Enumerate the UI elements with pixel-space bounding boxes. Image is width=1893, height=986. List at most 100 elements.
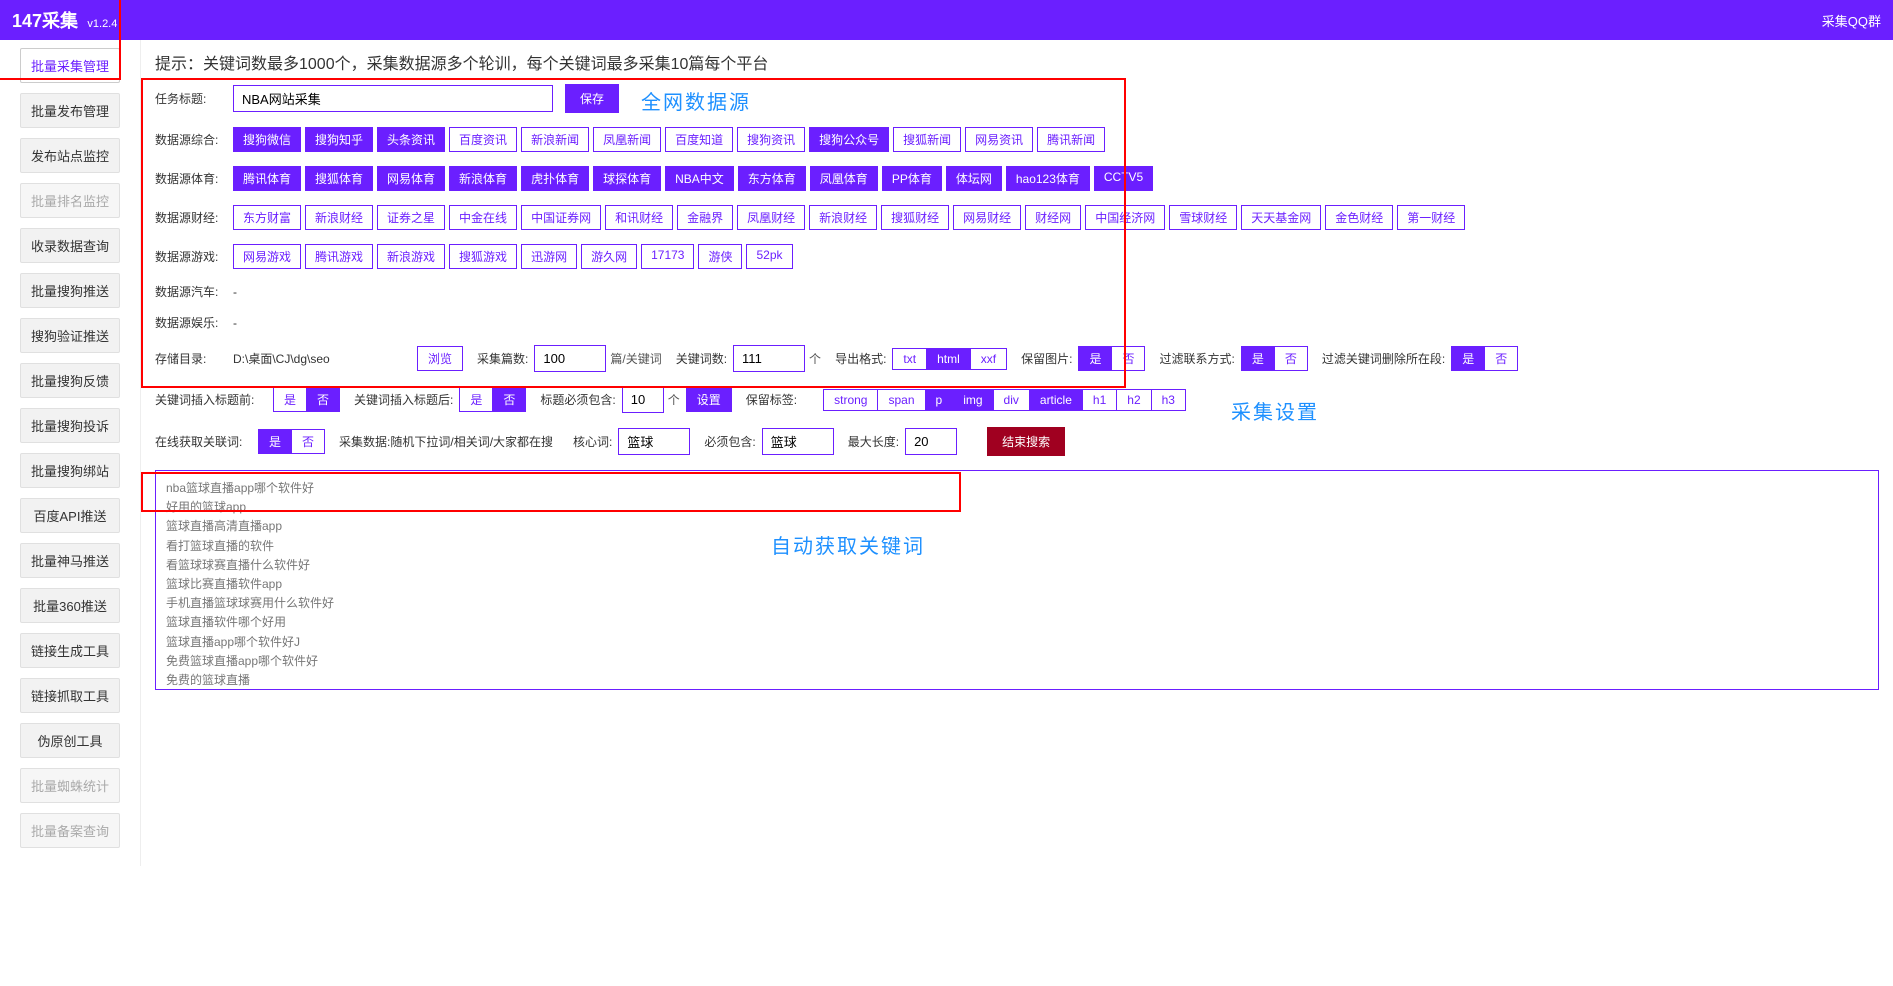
sidebar-item[interactable]: 批量搜狗反馈 <box>20 363 120 398</box>
tag-opts-option[interactable]: h2 <box>1117 389 1151 411</box>
source-chip[interactable]: 网易财经 <box>953 205 1021 230</box>
source-chip[interactable]: 金融界 <box>677 205 733 230</box>
export-opts-option[interactable]: html <box>927 348 971 370</box>
sidebar-item[interactable]: 批量搜狗推送 <box>20 273 120 308</box>
source-chip[interactable]: 腾讯体育 <box>233 166 301 191</box>
online-opts-option[interactable]: 否 <box>292 429 325 454</box>
source-chip[interactable]: 中国经济网 <box>1085 205 1165 230</box>
source-chip[interactable]: 搜狗公众号 <box>809 127 889 152</box>
source-chip[interactable]: 中金在线 <box>449 205 517 230</box>
must-input[interactable] <box>622 386 664 413</box>
source-chip[interactable]: 头条资讯 <box>377 127 445 152</box>
source-chip[interactable]: 新浪新闻 <box>521 127 589 152</box>
tag-opts-option[interactable]: div <box>994 389 1030 411</box>
sidebar-item[interactable]: 搜狗验证推送 <box>20 318 120 353</box>
sidebar-item[interactable]: 百度API推送 <box>20 498 120 533</box>
source-chip[interactable]: hao123体育 <box>1006 166 1090 191</box>
source-chip[interactable]: CCTV5 <box>1094 166 1153 191</box>
source-chip[interactable]: 游侠 <box>698 244 742 269</box>
source-chip[interactable]: 体坛网 <box>946 166 1002 191</box>
source-chip[interactable]: 17173 <box>641 244 694 269</box>
after-opts-option[interactable]: 是 <box>459 387 493 412</box>
after-opts-option[interactable]: 否 <box>493 387 526 412</box>
source-chip[interactable]: 虎扑体育 <box>521 166 589 191</box>
source-chip[interactable]: 证券之星 <box>377 205 445 230</box>
sidebar-item[interactable]: 链接生成工具 <box>20 633 120 668</box>
kw-input[interactable] <box>733 345 805 372</box>
source-chip[interactable]: 凤凰财经 <box>737 205 805 230</box>
source-chip[interactable]: 金色财经 <box>1325 205 1393 230</box>
source-chip[interactable]: 东方体育 <box>738 166 806 191</box>
source-chip[interactable]: 腾讯游戏 <box>305 244 373 269</box>
source-chip[interactable]: 网易游戏 <box>233 244 301 269</box>
sidebar-item[interactable]: 批量发布管理 <box>20 93 120 128</box>
source-chip[interactable]: 和讯财经 <box>605 205 673 230</box>
source-chip[interactable]: 搜狐体育 <box>305 166 373 191</box>
tag-opts-option[interactable]: h3 <box>1152 389 1186 411</box>
sidebar-item[interactable]: 批量搜狗绑站 <box>20 453 120 488</box>
source-chip[interactable]: 腾讯新闻 <box>1037 127 1105 152</box>
source-chip[interactable]: PP体育 <box>882 166 942 191</box>
source-chip[interactable]: 52pk <box>746 244 792 269</box>
source-chip[interactable]: 搜狗知乎 <box>305 127 373 152</box>
before-opts-option[interactable]: 否 <box>307 387 340 412</box>
source-chip[interactable]: 网易资讯 <box>965 127 1033 152</box>
core-input[interactable] <box>618 428 690 455</box>
source-chip[interactable]: 凤凰体育 <box>810 166 878 191</box>
source-chip[interactable]: 游久网 <box>581 244 637 269</box>
filter-opts-option[interactable]: 是 <box>1241 346 1275 371</box>
source-chip[interactable]: 东方财富 <box>233 205 301 230</box>
sidebar-item[interactable]: 批量搜狗投诉 <box>20 408 120 443</box>
remove-opts-option[interactable]: 否 <box>1485 346 1518 371</box>
tag-opts-option[interactable]: article <box>1030 389 1083 411</box>
end-search-button[interactable]: 结束搜索 <box>987 427 1065 456</box>
source-chip[interactable]: 搜狗微信 <box>233 127 301 152</box>
sidebar-item[interactable]: 发布站点监控 <box>20 138 120 173</box>
tag-opts-option[interactable]: img <box>953 389 993 411</box>
source-chip[interactable]: 球探体育 <box>593 166 661 191</box>
source-chip[interactable]: 搜狐游戏 <box>449 244 517 269</box>
source-chip[interactable]: 新浪体育 <box>449 166 517 191</box>
export-opts-option[interactable]: xxf <box>971 348 1007 370</box>
tag-opts-option[interactable]: p <box>926 389 954 411</box>
source-chip[interactable]: 第一财经 <box>1397 205 1465 230</box>
count-input[interactable] <box>534 345 606 372</box>
source-chip[interactable]: 迅游网 <box>521 244 577 269</box>
task-title-input[interactable] <box>233 85 553 112</box>
sidebar-item[interactable]: 批量采集管理 <box>20 48 120 83</box>
source-chip[interactable]: NBA中文 <box>665 166 734 191</box>
source-chip[interactable]: 百度知道 <box>665 127 733 152</box>
source-chip[interactable]: 网易体育 <box>377 166 445 191</box>
tag-opts-option[interactable]: span <box>878 389 925 411</box>
sidebar-item[interactable]: 伪原创工具 <box>20 723 120 758</box>
sidebar-item[interactable]: 收录数据查询 <box>20 228 120 263</box>
keyword-textarea[interactable] <box>155 470 1879 690</box>
maxlen-input[interactable] <box>905 428 957 455</box>
tag-opts-option[interactable]: h1 <box>1083 389 1117 411</box>
remove-opts-option[interactable]: 是 <box>1451 346 1485 371</box>
source-chip[interactable]: 新浪游戏 <box>377 244 445 269</box>
source-chip[interactable]: 百度资讯 <box>449 127 517 152</box>
source-chip[interactable]: 搜狐新闻 <box>893 127 961 152</box>
before-opts-option[interactable]: 是 <box>273 387 307 412</box>
source-chip[interactable]: 中国证券网 <box>521 205 601 230</box>
source-chip[interactable]: 搜狗资讯 <box>737 127 805 152</box>
must-set-button[interactable]: 设置 <box>686 387 732 412</box>
export-opts-option[interactable]: txt <box>892 348 927 370</box>
keepimg-opts-option[interactable]: 是 <box>1078 346 1112 371</box>
save-button[interactable]: 保存 <box>565 84 619 113</box>
online-opts-option[interactable]: 是 <box>258 429 292 454</box>
source-chip[interactable]: 新浪财经 <box>305 205 373 230</box>
keepimg-opts-option[interactable]: 否 <box>1112 346 1145 371</box>
browse-button[interactable]: 浏览 <box>417 346 463 371</box>
source-chip[interactable]: 雪球财经 <box>1169 205 1237 230</box>
topbar-right[interactable]: 采集QQ群 <box>1822 11 1881 30</box>
tag-opts-option[interactable]: strong <box>823 389 878 411</box>
sidebar-item[interactable]: 批量360推送 <box>20 588 120 623</box>
sidebar-item[interactable]: 批量神马推送 <box>20 543 120 578</box>
source-chip[interactable]: 搜狐财经 <box>881 205 949 230</box>
hmust-input[interactable] <box>762 428 834 455</box>
source-chip[interactable]: 天天基金网 <box>1241 205 1321 230</box>
source-chip[interactable]: 财经网 <box>1025 205 1081 230</box>
source-chip[interactable]: 新浪财经 <box>809 205 877 230</box>
